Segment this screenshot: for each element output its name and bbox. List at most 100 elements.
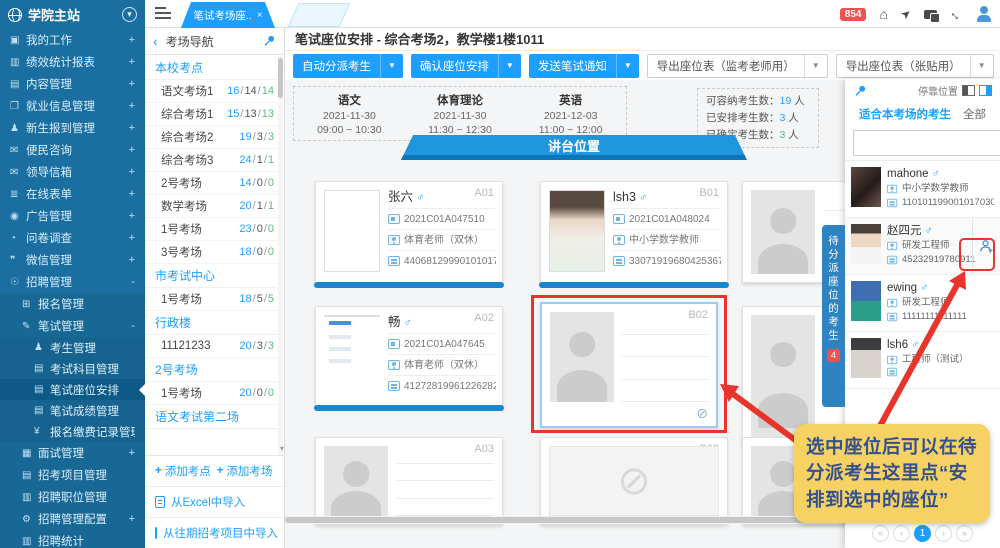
sidebar-item-survey[interactable]: ◔问卷调查+ <box>0 227 145 249</box>
page-last-button[interactable]: » <box>956 525 973 542</box>
collapse-menu-icon[interactable] <box>155 7 171 20</box>
pin-icon[interactable] <box>853 84 867 98</box>
sidebar-item-candidate-mgmt[interactable]: ♟考生管理 <box>0 337 145 358</box>
sidebar-item-recruit-stats[interactable]: ▥招聘统计 <box>0 530 145 548</box>
seat-card-a02[interactable]: A02 畅♂ 2021C01A047645 体育老师（双休） 412728199… <box>315 306 503 406</box>
male-icon: ♂ <box>920 282 928 294</box>
seat-card-b03-blocked[interactable]: B03 ⊘ <box>540 437 728 525</box>
block-seat-icon[interactable]: ⊘ <box>696 405 708 422</box>
seat-card-a03[interactable]: A03 <box>315 437 503 525</box>
send-notice-button[interactable]: 发送笔试通知▼ <box>529 54 639 78</box>
top-tab-strip: 笔试考场座.. × 854 ⌂ ➤ ↔ <box>145 0 1000 28</box>
sidebar-item-recruit-mgmt[interactable]: ☉招聘管理- <box>0 271 145 293</box>
sidebar-item-employment-info[interactable]: ❐就业信息管理+ <box>0 95 145 117</box>
sidebar-item-seat-arrangement[interactable]: ▤笔试座位安排 <box>0 379 145 400</box>
sidebar-item-payment-records[interactable]: ¥报名缴费记录管理 <box>0 421 145 442</box>
add-room-button[interactable]: +添加考场 <box>217 463 273 479</box>
doc-icon: ▤ <box>22 470 38 481</box>
page-current[interactable]: 1 <box>914 525 931 542</box>
add-site-button[interactable]: +添加考点 <box>155 463 211 479</box>
page-next-button[interactable]: › <box>935 525 952 542</box>
examroom-item[interactable]: 1号考场18/5/5 <box>145 288 284 311</box>
stats-icon: ▥ <box>22 536 38 547</box>
notification-badge[interactable]: 854 <box>840 8 867 21</box>
page-first-button[interactable]: « <box>872 525 889 542</box>
examroom-item[interactable]: 1号考场23/0/0 <box>145 218 284 241</box>
seat-card-b01[interactable]: B01 lsh3♂ 2021C01A048024 中小学数学教师 3307191… <box>540 181 728 283</box>
job-icon <box>388 235 400 245</box>
sidebar-item-written-exam-mgmt[interactable]: ✎笔试管理- <box>0 315 145 337</box>
candidate-row-zhaosiyuan[interactable]: 赵四元♂ 研发工程师 45232919780911 <box>845 218 1000 275</box>
sidebar-item-exam-subject-mgmt[interactable]: ▤考试科目管理 <box>0 358 145 379</box>
dropdown-caret-icon[interactable]: ▼ <box>498 54 521 78</box>
examroom-item[interactable]: 2号考场14/0/0 <box>145 172 284 195</box>
toolbar: 自动分派考生▼ 确认座位安排▼ 发送笔试通知▼ 导出座位表（监考老师用）▼ 导出… <box>285 51 1000 80</box>
candidate-row-ewing[interactable]: ewing♂ 研发工程师 11111111111111 <box>845 275 1000 332</box>
sidebar-item-recruit-position-mgmt[interactable]: ▥招聘职位管理 <box>0 486 145 508</box>
candidate-search-input[interactable] <box>853 130 1000 156</box>
seat-card-a01[interactable]: A01 张六♂ 2021C01A047510 体育老师（双休） 44068129… <box>315 181 503 283</box>
examroom-item[interactable]: 语文考场116/14/14 <box>145 80 284 103</box>
pin-icon[interactable] <box>262 34 276 48</box>
examroom-item[interactable]: 1号考场20/0/0 <box>145 382 284 405</box>
dock-left-icon[interactable] <box>962 85 975 96</box>
sidebar-item-convenience-consult[interactable]: ✉便民咨询+ <box>0 139 145 161</box>
auto-assign-button[interactable]: 自动分派考生▼ <box>293 54 403 78</box>
examroom-item[interactable]: 综合考场115/13/13 <box>145 103 284 126</box>
examroom-item-current[interactable]: 综合考场219/3/3 <box>145 126 284 149</box>
horizontal-scrollbar[interactable] <box>285 516 845 524</box>
dropdown-caret-icon[interactable]: ▼ <box>804 55 827 77</box>
candidate-row-lsh6[interactable]: lsh6♂ 工程师（测试） <box>845 332 1000 389</box>
sidebar-item-performance-reports[interactable]: ▥绩效统计报表+ <box>0 51 145 73</box>
sidebar-item-exam-score-mgmt[interactable]: ▤笔试成绩管理 <box>0 400 145 421</box>
dropdown-caret-icon[interactable]: ▼ <box>970 55 993 77</box>
dropdown-caret-icon[interactable]: ▼ <box>616 54 639 78</box>
page-prev-button[interactable]: ‹ <box>893 525 910 542</box>
assign-to-selected-seat-button[interactable] <box>972 218 1000 274</box>
sidebar-item-recruit-project-mgmt[interactable]: ▤招考项目管理 <box>0 464 145 486</box>
export-seats-post-button[interactable]: 导出座位表（张贴用）▼ <box>836 54 994 78</box>
list-icon: ▥ <box>22 492 38 503</box>
sidebar-item-ad-mgmt[interactable]: ◉广告管理+ <box>0 205 145 227</box>
examroom-item[interactable]: 1112123320/3/3 <box>145 335 284 358</box>
import-excel-button[interactable]: 从Excel中导入 <box>145 487 284 518</box>
male-icon: ♂ <box>925 225 933 237</box>
messages-icon[interactable] <box>924 10 937 19</box>
collapse-panel-icon[interactable]: ‹ <box>153 34 158 48</box>
sidebar-item-my-work[interactable]: ▣我的工作+ <box>0 29 145 51</box>
home-icon[interactable]: ⌂ <box>879 7 887 21</box>
sidebar-item-leader-mailbox[interactable]: ✉领导信箱+ <box>0 161 145 183</box>
dock-right-icon[interactable] <box>979 85 992 96</box>
tab-fit-candidates[interactable]: 适合本考场的考生 <box>859 106 951 122</box>
fullscreen-icon[interactable]: ↔ <box>947 5 965 23</box>
seat-card-b02-selected[interactable]: B02 ⊘ <box>540 302 718 428</box>
nav-scrollbar[interactable] <box>278 56 283 455</box>
examroom-item[interactable]: 3号考场18/0/0 <box>145 241 284 264</box>
scroll-down-icon[interactable]: ▾ <box>280 444 284 453</box>
candidate-row-mahone[interactable]: mahone♂ 中小学数学教师 110101199001017030 <box>845 161 1000 218</box>
tab-all-candidates[interactable]: 全部 <box>963 106 986 122</box>
send-icon[interactable]: ➤ <box>898 6 913 22</box>
examroom-item[interactable]: 数学考场20/1/1 <box>145 195 284 218</box>
tab-written-exam-room[interactable]: 笔试考场座.. × <box>181 2 275 28</box>
sidebar-item-interview-mgmt[interactable]: ▦面试管理+ <box>0 442 145 464</box>
sidebar-item-freshman-registration[interactable]: ♟新生报到管理+ <box>0 117 145 139</box>
sidebar-item-signup-mgmt[interactable]: ⊞报名管理 <box>0 293 145 315</box>
pending-candidates-tab[interactable]: 待分派座位的考生 4 <box>822 225 845 407</box>
examroom-item[interactable]: 综合考场324/1/1 <box>145 149 284 172</box>
brand-bar[interactable]: 学院主站 ▾ <box>0 0 145 29</box>
idcard-icon <box>887 368 897 377</box>
confirm-seats-button[interactable]: 确认座位安排▼ <box>411 54 521 78</box>
sidebar-item-content-mgmt[interactable]: ▤内容管理+ <box>0 73 145 95</box>
sidebar-item-online-forms[interactable]: ≣在线表单+ <box>0 183 145 205</box>
pending-count-badge: 4 <box>827 349 840 362</box>
export-seats-invigilator-button[interactable]: 导出座位表（监考老师用）▼ <box>647 54 828 78</box>
close-icon[interactable]: × <box>257 10 263 21</box>
chevron-down-icon[interactable]: ▾ <box>122 7 137 22</box>
avatar[interactable] <box>976 6 992 22</box>
dropdown-caret-icon[interactable]: ▼ <box>380 54 403 78</box>
import-history-button[interactable]: 从往期招考项目中导入 <box>145 518 284 548</box>
sidebar-item-recruit-config[interactable]: ⚙招聘管理配置+ <box>0 508 145 530</box>
users-icon: ♟ <box>34 342 50 353</box>
sidebar-item-wechat-mgmt[interactable]: ❞微信管理+ <box>0 249 145 271</box>
